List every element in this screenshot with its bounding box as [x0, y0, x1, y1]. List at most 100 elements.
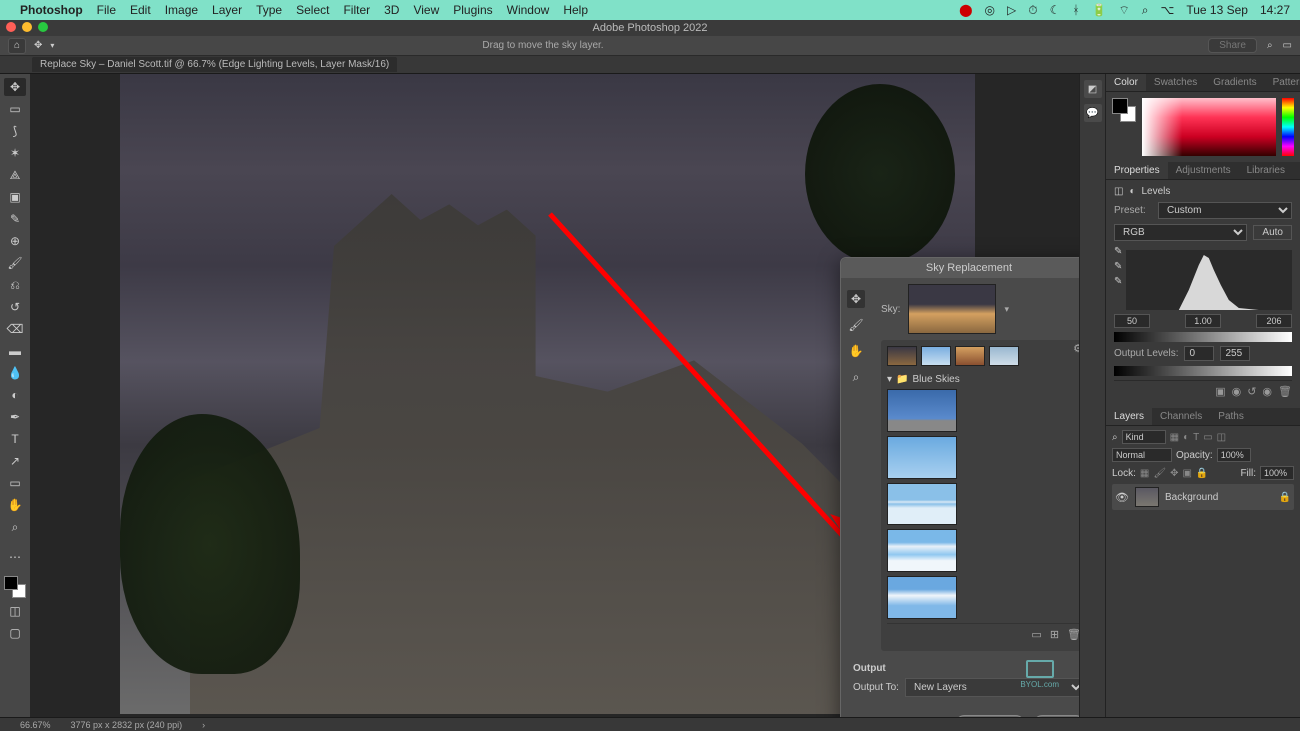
filter-smart-icon[interactable]: ◫ [1217, 432, 1226, 443]
gear-icon[interactable]: ⚙︎ [1073, 342, 1079, 355]
wifi-icon[interactable]: ⌔ [1119, 3, 1130, 18]
minimize-icon[interactable] [22, 22, 32, 32]
canvas-area[interactable]: ☟ Sky Replacement ✥ 🖌 ✋ ⌕ Sky: ▾ [30, 74, 1079, 717]
filter-type-icon[interactable]: T [1193, 432, 1199, 443]
battery-icon[interactable]: 🔋 [1092, 3, 1107, 17]
play-icon[interactable]: ▷ [1007, 3, 1016, 17]
sky-dropdown-icon[interactable]: ▾ [1004, 304, 1009, 315]
menu-window[interactable]: Window [507, 3, 550, 17]
lock-all-icon[interactable]: 🔒 [1196, 468, 1208, 479]
mini-panel-1[interactable]: ◩ [1084, 80, 1102, 98]
menu-filter[interactable]: Filter [343, 3, 370, 17]
eye-icon[interactable]: 👁 [1115, 491, 1129, 504]
move-tool[interactable]: ✥ [4, 78, 26, 96]
zoom-icon[interactable] [38, 22, 48, 32]
dodge-tool[interactable]: ◐ [4, 386, 26, 404]
workspace-icon[interactable]: ▭ [1283, 40, 1292, 51]
color-picker-box[interactable] [1142, 98, 1276, 156]
tab-color[interactable]: Color [1106, 74, 1146, 91]
sky-thumb-4[interactable] [887, 529, 957, 572]
status-chevron-icon[interactable]: › [202, 720, 205, 730]
control-center-icon[interactable]: ⌥ [1161, 3, 1175, 17]
marquee-tool[interactable]: ▭ [4, 100, 26, 118]
tab-channels[interactable]: Channels [1152, 408, 1210, 425]
auto-button[interactable]: Auto [1253, 225, 1292, 240]
preset-thumb-3[interactable] [955, 346, 985, 366]
more-tools[interactable]: ⋯ [4, 548, 26, 566]
mini-panel-2[interactable]: 💬 [1084, 104, 1102, 122]
menu-file[interactable]: File [97, 3, 116, 17]
clock-icon[interactable]: ⏱ [1028, 3, 1037, 18]
preset-thumb-2[interactable] [921, 346, 951, 366]
search-icon[interactable]: ⌕ [1267, 40, 1273, 51]
tab-layers[interactable]: Layers [1106, 408, 1152, 425]
tab-adjustments[interactable]: Adjustments [1168, 162, 1239, 179]
menu-view[interactable]: View [413, 3, 439, 17]
eraser-tool[interactable]: ⌫ [4, 320, 26, 338]
home-button[interactable]: ⌂ [8, 38, 26, 54]
filter-search-icon[interactable]: ⌕ [1112, 432, 1118, 443]
tab-libraries[interactable]: Libraries [1239, 162, 1293, 179]
quickmask-tool[interactable]: ◫ [4, 602, 26, 620]
cancel-button[interactable]: Cancel [955, 715, 1024, 717]
out-black-input[interactable] [1184, 346, 1214, 361]
pen-tool[interactable]: ✒ [4, 408, 26, 426]
path-tool[interactable]: ↗ [4, 452, 26, 470]
menu-type[interactable]: Type [256, 3, 282, 17]
eyedropper-tool[interactable]: ✎ [4, 210, 26, 228]
sky-thumb-2[interactable] [887, 436, 957, 479]
eyedropper-gray-icon[interactable]: ✎ [1114, 261, 1122, 272]
layer-thumb[interactable] [1135, 487, 1159, 507]
opacity-input[interactable] [1217, 448, 1251, 462]
moon-icon[interactable]: ☾ [1050, 3, 1061, 17]
menubar-app[interactable]: Photoshop [20, 3, 83, 17]
ok-button[interactable]: OK [1033, 715, 1079, 717]
menu-layer[interactable]: Layer [212, 3, 242, 17]
shadow-input[interactable] [1114, 314, 1150, 328]
add-icon[interactable]: ⊞ [1050, 628, 1059, 641]
status-zoom[interactable]: 66.67% [20, 720, 51, 730]
filter-shape-icon[interactable]: ▭ [1203, 432, 1212, 443]
dialog-brush-tool[interactable]: 🖌 [847, 316, 865, 334]
sky-preview-thumb[interactable] [908, 284, 996, 334]
lock-trans-icon[interactable]: ▦ [1140, 468, 1149, 479]
tab-swatches[interactable]: Swatches [1146, 74, 1205, 91]
doc-tab[interactable]: Replace Sky – Daniel Scott.tif @ 66.7% (… [32, 57, 397, 72]
sky-thumb-1[interactable] [887, 389, 957, 432]
stamp-tool[interactable]: ⎌ [4, 276, 26, 294]
sky-list[interactable] [887, 389, 1079, 619]
dialog-move-tool[interactable]: ✥ [847, 290, 865, 308]
mid-input[interactable] [1185, 314, 1221, 328]
screenmode-tool[interactable]: ▢ [4, 624, 26, 642]
input-gradient[interactable] [1114, 332, 1292, 342]
spotlight-icon[interactable]: ⌕ [1142, 3, 1149, 18]
preset-select[interactable]: Custom [1158, 202, 1292, 219]
hand-tool[interactable]: ✋ [4, 496, 26, 514]
target-icon[interactable]: ◎ [985, 3, 995, 17]
bluetooth-icon[interactable]: ᚼ [1072, 3, 1079, 17]
sky-thumb-3[interactable] [887, 483, 957, 526]
tab-patterns[interactable]: Patterns [1265, 74, 1300, 91]
dialog-zoom-tool[interactable]: ⌕ [847, 368, 865, 386]
history-brush-tool[interactable]: ↺ [4, 298, 26, 316]
fill-input[interactable] [1260, 466, 1294, 480]
lock-icon[interactable]: 🔒 [1279, 492, 1291, 503]
color-chips-panel[interactable] [1112, 98, 1136, 122]
folder-new-icon[interactable]: ▭ [1031, 628, 1041, 641]
menu-plugins[interactable]: Plugins [453, 3, 492, 17]
delete-adj-icon[interactable]: 🗑 [1278, 385, 1292, 398]
kind-filter[interactable] [1122, 430, 1166, 444]
heal-tool[interactable]: ⊕ [4, 232, 26, 250]
lock-paint-icon[interactable]: 🖌 [1153, 468, 1166, 479]
color-chips[interactable] [4, 576, 26, 598]
histogram[interactable] [1126, 250, 1292, 310]
blur-tool[interactable]: 💧 [4, 364, 26, 382]
output-gradient[interactable] [1114, 366, 1292, 376]
sky-thumb-5[interactable] [887, 576, 957, 619]
menu-select[interactable]: Select [296, 3, 329, 17]
filter-pixel-icon[interactable]: ▦ [1170, 432, 1179, 443]
crop-tool[interactable]: ⟁ [4, 166, 26, 184]
layer-row-background[interactable]: 👁 Background 🔒 [1112, 484, 1294, 510]
view-prev-icon[interactable]: ◉ [1232, 385, 1242, 398]
share-button[interactable]: Share [1208, 38, 1257, 53]
